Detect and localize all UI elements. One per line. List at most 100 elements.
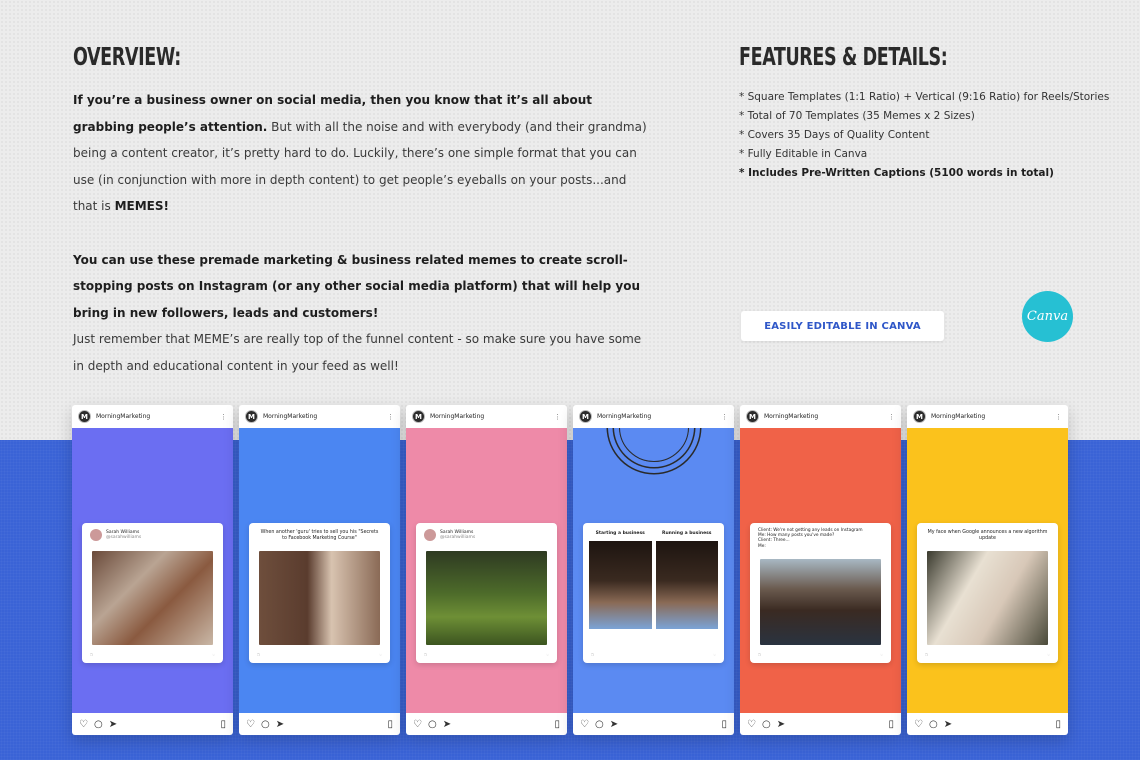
post-background: Client: We're not getting any leads on I…	[740, 428, 901, 713]
share-icon[interactable]: ➤	[610, 719, 618, 730]
username: MorningMarketing	[764, 413, 819, 420]
bookmark-icon[interactable]: ▯	[220, 719, 226, 730]
meme-post-card: Starting a business Running a business ❐…	[583, 523, 724, 663]
phone-mockup-5: M MorningMarketing ⋮ Client: We're not g…	[740, 405, 901, 735]
phone-mockup-4: M MorningMarketing ⋮ Starting a business…	[573, 405, 734, 735]
phone-header: M MorningMarketing ⋮	[740, 405, 901, 428]
username: MorningMarketing	[597, 413, 652, 420]
comment-icon[interactable]: ○	[762, 719, 771, 730]
meme-right-panel: Running a business	[655, 531, 718, 629]
post-background: Sarah Williams @sarahwilliams ❐ ♡	[406, 428, 567, 713]
bookmark-icon[interactable]: ▯	[888, 719, 894, 730]
feature-item: * Square Templates (1:1 Ratio) + Vertica…	[739, 91, 1110, 103]
phone-mockup-6: M MorningMarketing ⋮ My face when Google…	[907, 405, 1068, 735]
share-icon[interactable]: ➤	[276, 719, 284, 730]
avatar: M	[579, 410, 592, 423]
more-options-icon[interactable]: ⋮	[721, 413, 728, 421]
overview-paragraph-2: You can use these premade marketing & bu…	[73, 247, 648, 327]
post-author: Sarah Williams @sarahwilliams	[416, 523, 557, 541]
bookmark-icon[interactable]: ▯	[387, 719, 393, 730]
heart-icon[interactable]: ♡	[413, 719, 422, 730]
phone-mockup-1: M MorningMarketing ⋮ Sarah Williams @sar…	[72, 405, 233, 735]
comment-icon[interactable]: ○	[929, 719, 938, 730]
feature-item: * Fully Editable in Canva	[739, 148, 868, 160]
phone-header: M MorningMarketing ⋮	[72, 405, 233, 428]
more-options-icon[interactable]: ⋮	[1055, 413, 1062, 421]
comment-icon[interactable]: ○	[94, 719, 103, 730]
meme-left-panel: Starting a business	[589, 531, 652, 629]
heart-icon[interactable]: ♡	[246, 719, 255, 730]
overview-title: OVERVIEW:	[73, 42, 181, 71]
phone-header: M MorningMarketing ⋮	[239, 405, 400, 428]
avatar: M	[245, 410, 258, 423]
meme-post-card: My face when Google announces a new algo…	[917, 523, 1058, 663]
overview-para2-bold: You can use these premade marketing & bu…	[73, 252, 640, 320]
phone-footer: ♡ ○ ➤ ▯	[239, 713, 400, 735]
meme-left-label: Starting a business	[595, 531, 645, 536]
heart-icon[interactable]: ♡	[580, 719, 589, 730]
meme-post-card: Sarah Williams @sarahwilliams ❐ ♡	[82, 523, 223, 663]
comment-icon[interactable]: ○	[261, 719, 270, 730]
share-icon[interactable]: ➤	[443, 719, 451, 730]
phone-mockup-2: M MorningMarketing ⋮ When another 'guru'…	[239, 405, 400, 735]
avatar: M	[412, 410, 425, 423]
bookmark-icon[interactable]: ▯	[554, 719, 560, 730]
post-author-avatar	[90, 529, 102, 541]
phone-header: M MorningMarketing ⋮	[907, 405, 1068, 428]
post-background: Starting a business Running a business ❐…	[573, 428, 734, 713]
meme-caption: When another 'guru' tries to sell you hi…	[260, 530, 379, 541]
meme-caption: My face when Google announces a new algo…	[927, 530, 1048, 541]
easily-editable-button[interactable]: EASILY EDITABLE IN CANVA	[741, 311, 944, 341]
post-author-handle: @sarahwilliams	[106, 535, 142, 540]
feature-item: * Covers 35 Days of Quality Content	[739, 129, 930, 141]
overview-paragraph-1: If you’re a business owner on social med…	[73, 87, 648, 220]
share-icon[interactable]: ➤	[109, 719, 117, 730]
bookmark-icon[interactable]: ▯	[721, 719, 727, 730]
avatar: M	[746, 410, 759, 423]
post-action-bar: ❐ ♡	[424, 652, 549, 657]
meme-image	[92, 551, 213, 645]
decorative-circles	[619, 428, 689, 462]
meme-image	[760, 559, 881, 645]
more-options-icon[interactable]: ⋮	[387, 413, 394, 421]
meme-right-image	[655, 541, 718, 629]
meme-image	[259, 551, 380, 645]
username: MorningMarketing	[931, 413, 986, 420]
more-options-icon[interactable]: ⋮	[888, 413, 895, 421]
overview-text: If you’re a business owner on social med…	[73, 87, 648, 380]
meme-post-card: When another 'guru' tries to sell you hi…	[249, 523, 390, 663]
feature-item: * Includes Pre-Written Captions (5100 wo…	[739, 167, 1054, 179]
comment-icon[interactable]: ○	[428, 719, 437, 730]
overview-para1-end: MEMES!	[114, 199, 169, 214]
avatar: M	[78, 410, 91, 423]
username: MorningMarketing	[96, 413, 151, 420]
phone-header: M MorningMarketing ⋮	[573, 405, 734, 428]
phone-footer: ♡ ○ ➤ ▯	[740, 713, 901, 735]
meme-left-image	[589, 541, 652, 629]
post-action-bar: ❐ ♡	[257, 652, 382, 657]
username: MorningMarketing	[263, 413, 318, 420]
feature-item: * Total of 70 Templates (35 Memes x 2 Si…	[739, 110, 975, 122]
meme-image	[426, 551, 547, 645]
avatar: M	[913, 410, 926, 423]
meme-split: Starting a business Running a business	[589, 531, 718, 629]
comment-icon[interactable]: ○	[595, 719, 604, 730]
heart-icon[interactable]: ♡	[914, 719, 923, 730]
post-author-avatar	[424, 529, 436, 541]
canva-logo: Canva	[1022, 291, 1073, 342]
share-icon[interactable]: ➤	[944, 719, 952, 730]
meme-image	[927, 551, 1048, 645]
more-options-icon[interactable]: ⋮	[554, 413, 561, 421]
bookmark-icon[interactable]: ▯	[1055, 719, 1061, 730]
post-author: Sarah Williams @sarahwilliams	[82, 523, 223, 541]
overview-paragraph-3: Just remember that MEME’s are really top…	[73, 332, 642, 373]
heart-icon[interactable]: ♡	[747, 719, 756, 730]
post-background: When another 'guru' tries to sell you hi…	[239, 428, 400, 713]
more-options-icon[interactable]: ⋮	[220, 413, 227, 421]
meme-post-card: Client: We're not getting any leads on I…	[750, 523, 891, 663]
post-background: My face when Google announces a new algo…	[907, 428, 1068, 713]
post-action-bar: ❐ ♡	[925, 652, 1050, 657]
post-background: Sarah Williams @sarahwilliams ❐ ♡	[72, 428, 233, 713]
heart-icon[interactable]: ♡	[79, 719, 88, 730]
share-icon[interactable]: ➤	[777, 719, 785, 730]
